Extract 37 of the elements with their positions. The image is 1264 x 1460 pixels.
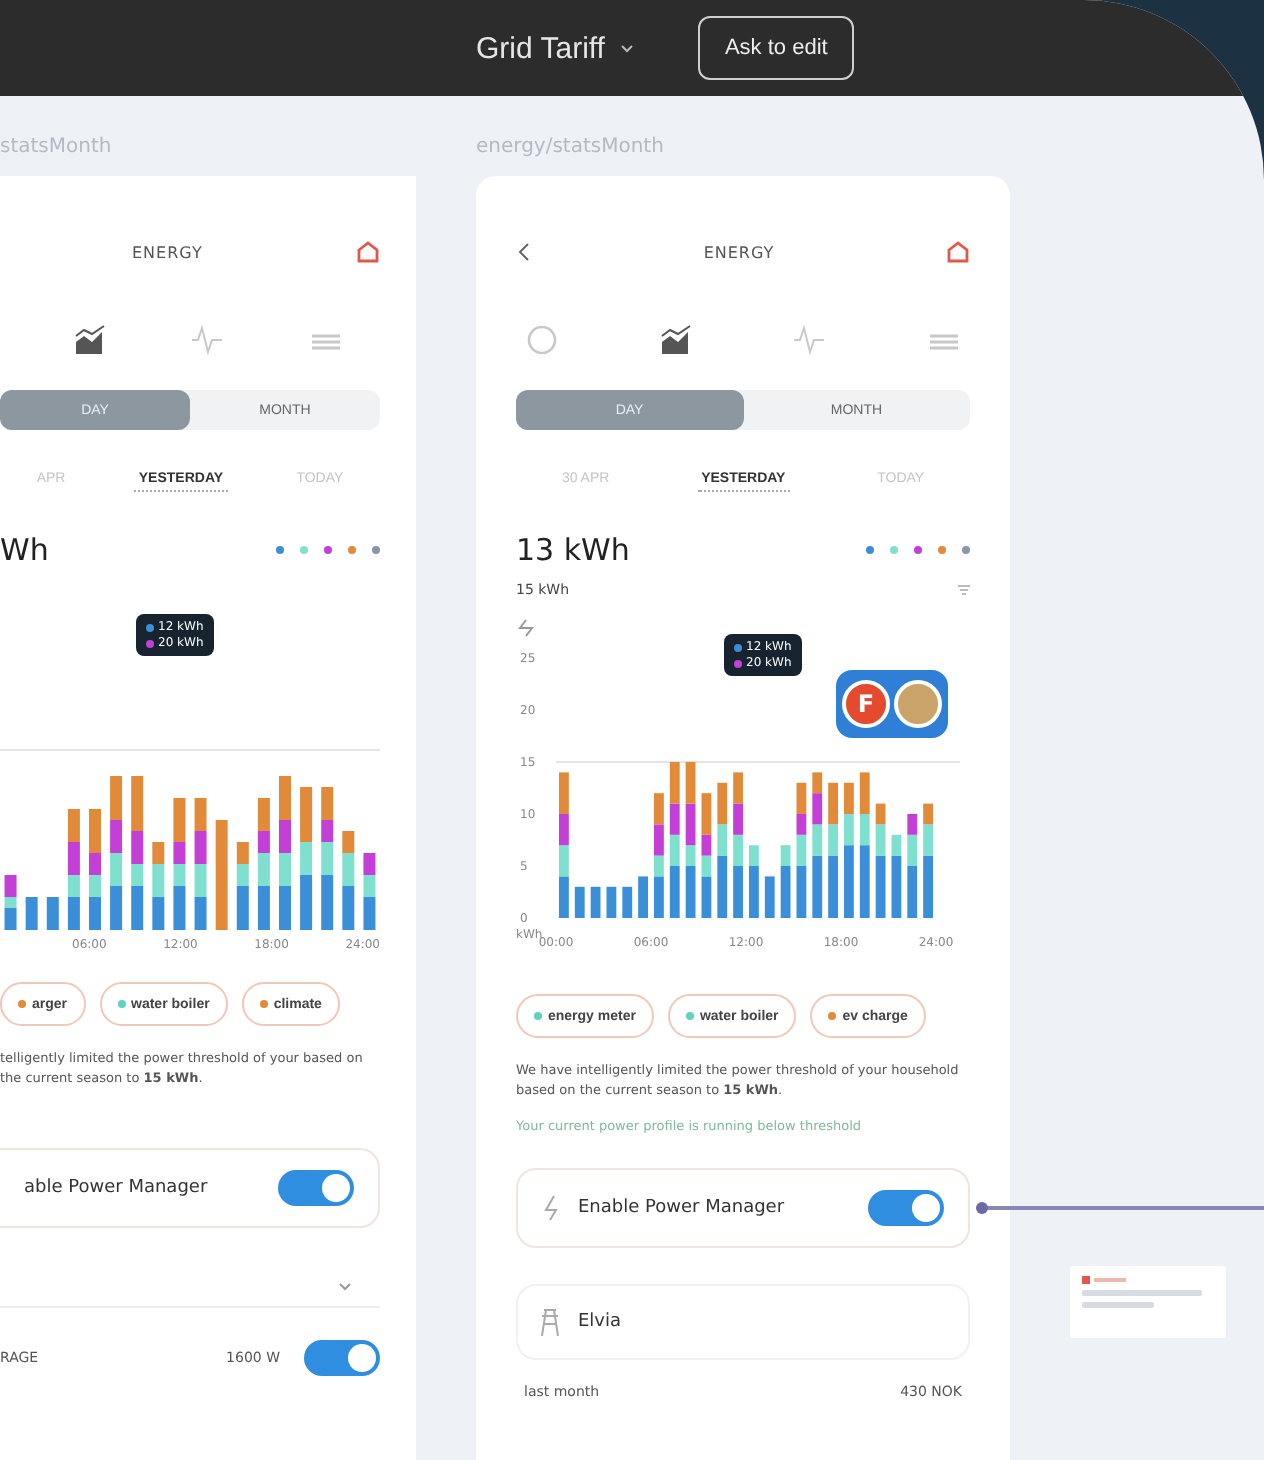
toggle-switch[interactable] [304, 1340, 380, 1376]
bar [606, 886, 617, 918]
home-icon[interactable] [356, 240, 380, 264]
bar [638, 876, 648, 918]
setting-label: able Power Manager [24, 1178, 210, 1198]
home-icon[interactable] [946, 240, 970, 264]
frame-label: energy/statsMonth [476, 136, 666, 162]
caret-icon [338, 1282, 352, 1292]
back-icon[interactable] [516, 242, 532, 262]
chart-icon[interactable] [72, 324, 108, 356]
bar [25, 897, 38, 930]
tag-icon [1082, 1276, 1126, 1284]
bolt-icon [542, 1194, 562, 1222]
filter-icon[interactable] [958, 584, 970, 596]
screen-title: ENERGY [703, 243, 775, 261]
total-value: Wh [0, 532, 49, 568]
avatar: F [842, 680, 890, 728]
bar [574, 886, 585, 918]
bar [590, 886, 601, 918]
file-title[interactable]: Grid Tariff [476, 31, 635, 65]
bar [622, 886, 633, 918]
toggle-switch[interactable] [278, 1170, 354, 1206]
total-value: 13 kWh [516, 532, 630, 568]
avatar [894, 680, 942, 728]
ask-to-edit-button[interactable]: Ask to edit [698, 16, 854, 80]
bar [46, 897, 59, 930]
caret-icon [620, 43, 635, 53]
provider-name: Elvia [578, 1312, 622, 1332]
setting-label: Enable Power Manager [578, 1198, 787, 1218]
frame-label: statsMonth [0, 136, 114, 162]
chart-icon[interactable] [658, 324, 694, 356]
screen-title: ENERGY [132, 243, 203, 261]
pylon-icon [538, 1308, 562, 1336]
bar [215, 820, 228, 930]
bar [764, 876, 775, 918]
power-icon [518, 619, 534, 637]
toggle-switch[interactable] [868, 1190, 944, 1226]
